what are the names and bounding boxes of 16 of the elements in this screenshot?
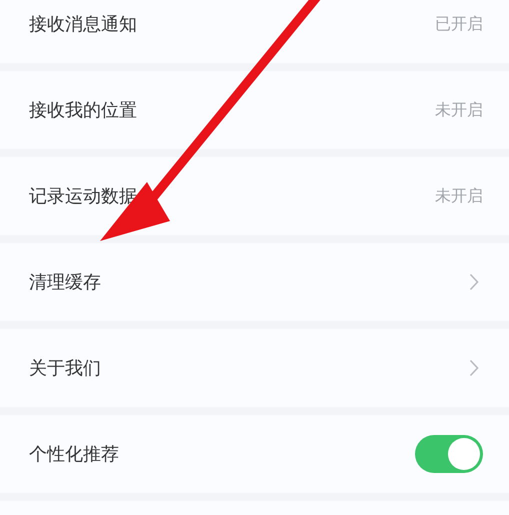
setting-label: 清理缓存: [29, 270, 101, 294]
chevron-right-icon: [469, 273, 479, 291]
setting-label: 接收我的位置: [29, 98, 137, 122]
settings-row[interactable]: 接收我的位置 未开启: [0, 71, 509, 149]
setting-label: 接收消息通知: [29, 12, 137, 36]
setting-label: 关于我们: [29, 356, 101, 380]
settings-row[interactable]: 接收消息通知 已开启: [0, 0, 509, 63]
setting-value: 未开启: [435, 185, 483, 207]
setting-value: 已开启: [435, 13, 483, 35]
setting-label: 个性化推荐: [29, 442, 119, 466]
settings-row[interactable]: 关于我们: [0, 329, 509, 407]
chevron-right-icon: [469, 359, 479, 377]
toggle-switch[interactable]: [415, 435, 483, 473]
setting-value: 未开启: [435, 99, 483, 121]
settings-row[interactable]: 清理缓存: [0, 243, 509, 321]
settings-row[interactable]: 个性化推荐: [0, 415, 509, 493]
